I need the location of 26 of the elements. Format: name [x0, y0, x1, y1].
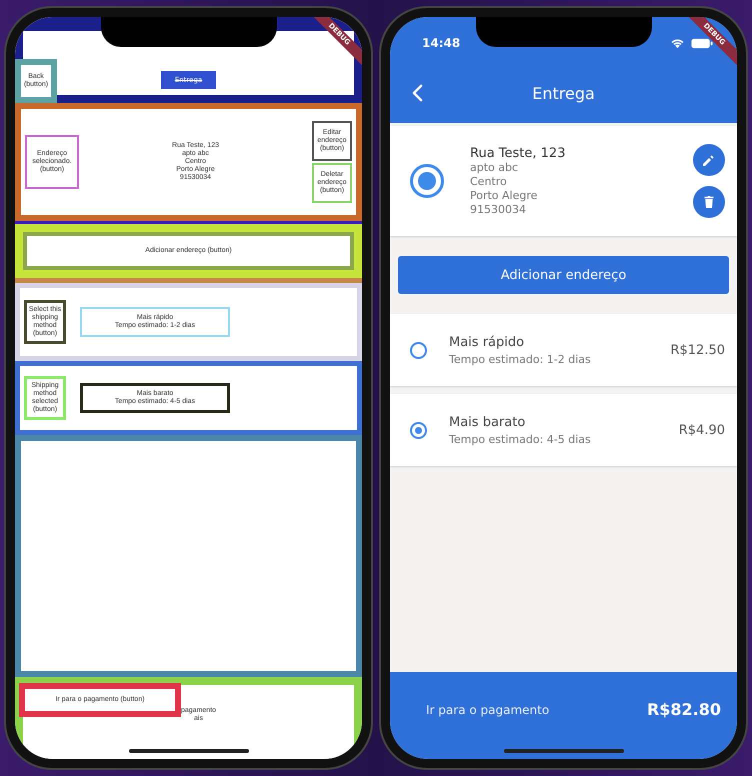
edit-button[interactable] [693, 144, 725, 176]
radio-button[interactable] [410, 342, 427, 358]
checkout-bar[interactable]: Ir para o pagamento R$82.80 [390, 672, 737, 759]
wifi-icon [670, 38, 685, 48]
address-line: Centro [470, 174, 508, 188]
add-address-button[interactable]: Adicionar endereço [398, 256, 729, 294]
checkout-label: Ir para o pagamento [426, 702, 550, 716]
option-price: R$4.90 [678, 422, 725, 438]
address-line: apto abc [470, 160, 520, 174]
radio-button[interactable] [410, 164, 444, 198]
shipping-option[interactable]: Mais barato Tempo estimado: 4-5 dias R$4.90 [390, 394, 737, 466]
address-line: Rua Teste, 123 [470, 146, 566, 160]
option-estimate: Tempo estimado: 4-5 dias [449, 432, 592, 446]
address-line: Porto Alegre [470, 188, 538, 202]
option-price: R$12.50 [670, 342, 725, 358]
radio-button[interactable] [410, 422, 427, 438]
back-icon[interactable] [412, 84, 423, 102]
delete-button[interactable] [693, 186, 725, 218]
option-name: Mais rápido [449, 334, 526, 350]
checkout-total: R$82.80 [646, 700, 721, 719]
shipping-option[interactable]: Mais rápido Tempo estimado: 1-2 dias R$12.50 [390, 314, 737, 386]
status-time: 14:48 [422, 36, 462, 50]
option-estimate: Tempo estimado: 1-2 dias [449, 352, 592, 366]
address-line: 91530034 [470, 202, 527, 216]
screen-title: Entrega [532, 84, 595, 102]
option-name: Mais barato [449, 414, 526, 430]
